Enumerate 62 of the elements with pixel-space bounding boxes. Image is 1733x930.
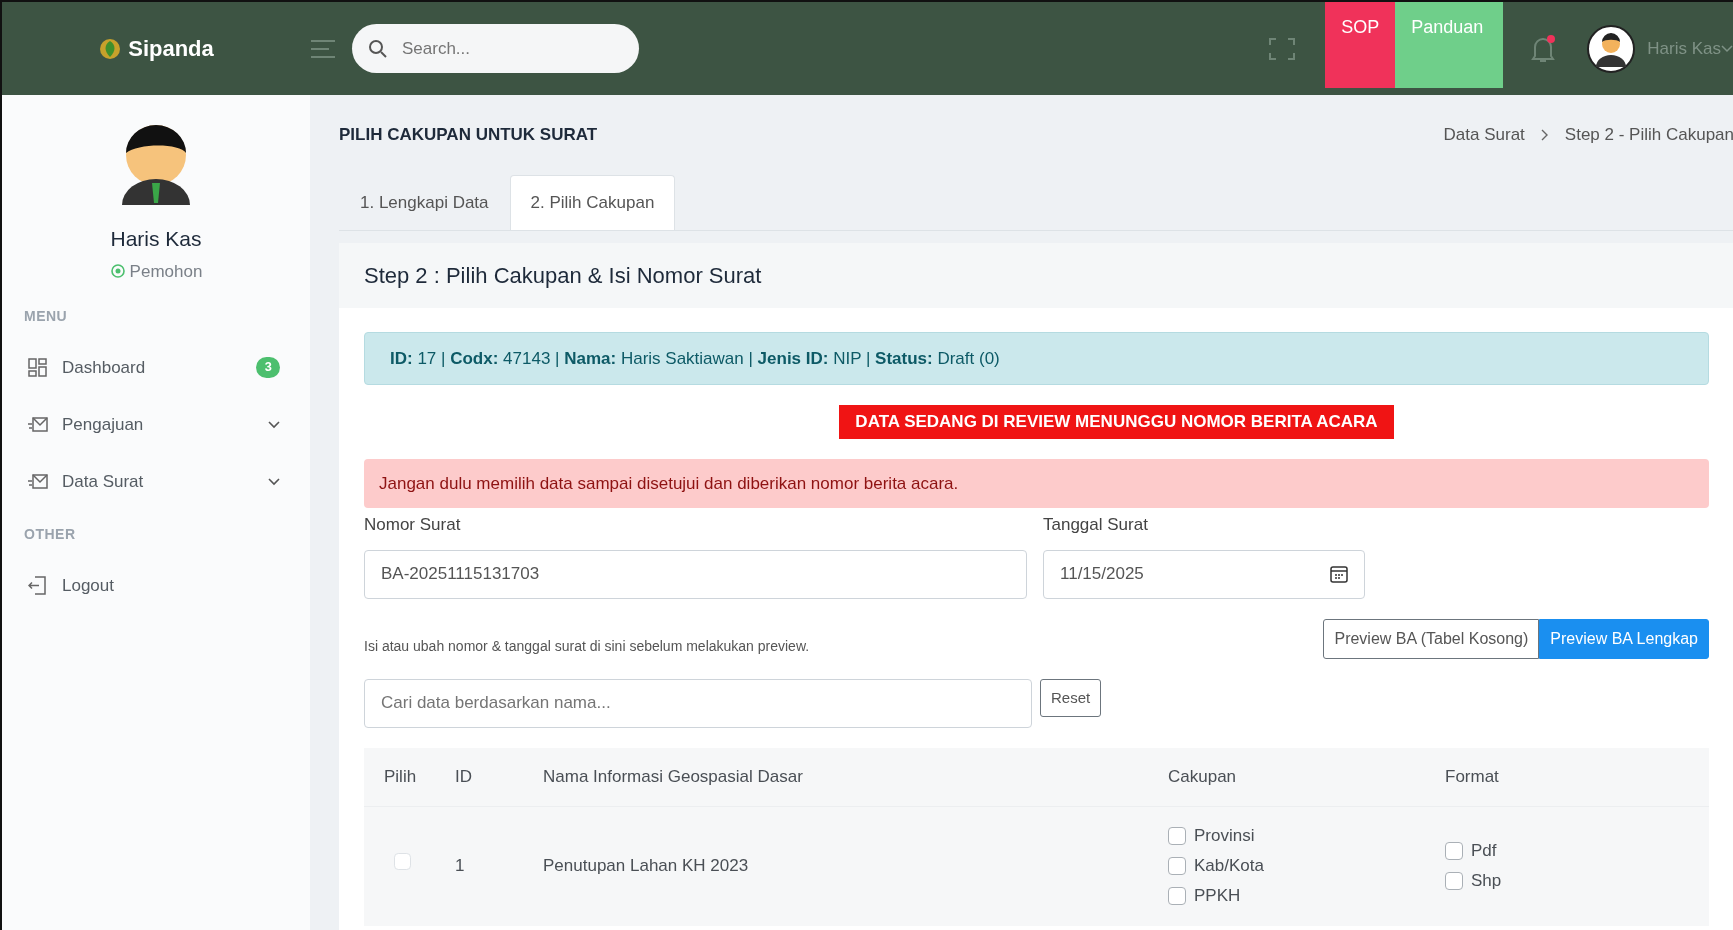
dashboard-grid-icon — [28, 358, 48, 377]
table-cell: Penutupan Lahan KH 2023 — [543, 856, 749, 876]
checkbox-label: Provinsi — [1194, 825, 1255, 848]
sidebar-item[interactable]: Data Surat — [2, 453, 310, 510]
calendar-icon[interactable] — [1330, 565, 1348, 583]
row-checkbox[interactable] — [394, 853, 411, 871]
section-heading: OTHER — [23, 525, 77, 544]
hint-text: Isi atau ubah nomor & tanggal surat di sini sebelum melakukan preview. — [364, 636, 810, 656]
checkbox-label: Kab/Kota — [1194, 855, 1264, 878]
count-badge: 3 — [256, 356, 280, 379]
breadcrumb-link[interactable]: Data Surat — [1443, 122, 1525, 148]
column-header: ID — [455, 766, 472, 786]
field-label: Nomor Surat — [364, 514, 462, 536]
info-alert: ID: 17 | Codx: 47143 | Nama: Haris Saktiawan | Jenis ID: NIP | Status: Draft (0) — [364, 331, 1709, 385]
checkbox[interactable] — [1445, 842, 1463, 860]
checkbox[interactable] — [1168, 887, 1186, 905]
tab[interactable]: 2. Pilih Cakupan — [509, 175, 676, 230]
search-field[interactable]: Search... — [352, 24, 639, 73]
column-header: Nama Informasi Geospasial Dasar — [543, 766, 803, 786]
checkbox-label: PPKH — [1194, 885, 1241, 908]
sidebar-item[interactable]: Logout — [2, 557, 310, 614]
breadcrumb-link[interactable]: Step 2 - Pilih Cakupan — [1564, 122, 1733, 148]
review-banner: DATA SEDANG DI REVIEW MENUNGGU NOMOR BERITA ACARA — [839, 405, 1394, 439]
page-title: PILIH CAKUPAN UNTUK SURAT — [339, 124, 598, 147]
column-header: Cakupan — [1168, 766, 1237, 786]
header-button[interactable]: SOP — [1325, 2, 1396, 88]
status-dot-icon — [109, 263, 126, 280]
field-label: Tanggal Surat — [1043, 514, 1149, 536]
checkbox[interactable] — [1168, 827, 1186, 845]
search-input[interactable]: Search... — [400, 34, 623, 63]
search-field[interactable]: Cari data berdasarkan nama... — [364, 678, 1032, 728]
logout-icon — [28, 576, 48, 595]
checkbox[interactable] — [1445, 872, 1463, 890]
user-avatar-icon — [1587, 24, 1636, 73]
fullscreen-icon[interactable] — [1269, 37, 1296, 60]
leaf-logo-icon — [98, 36, 123, 61]
menu-icon[interactable] — [310, 37, 336, 60]
column-header: Pilih — [384, 766, 417, 786]
input-field[interactable]: 11/15/2025 — [1043, 549, 1365, 599]
checkbox-label: Pdf — [1471, 840, 1497, 863]
table-cell: 1 — [455, 856, 465, 876]
envelope-icon — [28, 472, 48, 491]
card-title: Step 2 : Pilih Cakupan & Isi Nomor Surat — [339, 242, 1733, 308]
profile-role: Pemohon — [129, 260, 203, 283]
brand-name: Sipanda — [128, 35, 214, 63]
chevron-right-icon — [1540, 129, 1549, 141]
column-header: Format — [1445, 766, 1499, 786]
checkbox-label: Shp — [1471, 870, 1502, 893]
envelope-icon — [28, 415, 48, 434]
sidebar-item[interactable]: Pengajuan — [2, 396, 310, 453]
caret-icon[interactable] — [1721, 44, 1733, 53]
sidebar-item[interactable]: Dashboard 3 — [2, 339, 310, 396]
bell-icon[interactable] — [1529, 33, 1558, 64]
preview-button[interactable]: Preview BA (Tabel Kosong) — [1323, 618, 1540, 659]
reset-button[interactable]: Reset — [1040, 678, 1102, 717]
warning-alert: Jangan dulu memilih data sampai disetujui dan diberikan nomor berita acara. — [364, 458, 1709, 508]
section-heading: MENU — [23, 307, 69, 326]
checkbox[interactable] — [1168, 857, 1186, 875]
input-field[interactable]: BA-20251115131703 — [364, 549, 1027, 599]
search-icon — [368, 38, 388, 59]
tab[interactable]: 1. Lengkapi Data — [339, 175, 510, 230]
profile-name: Haris Kas — [109, 226, 203, 252]
